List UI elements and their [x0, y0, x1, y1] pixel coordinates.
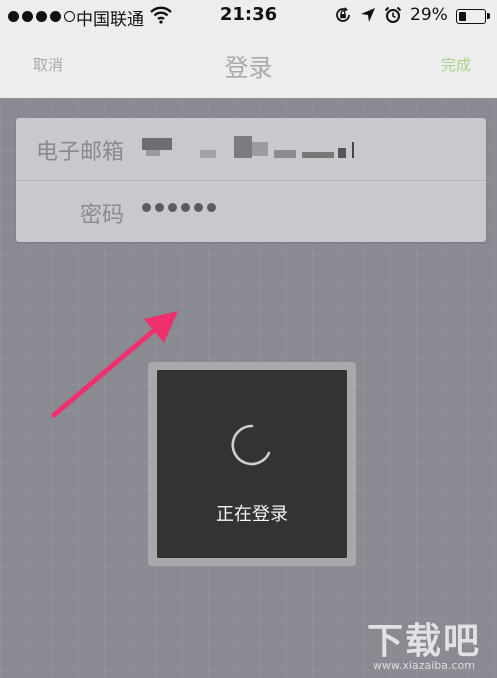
navigation-bar: 取消 登录 完成 [0, 34, 497, 98]
loading-text: 正在登录 [216, 504, 288, 525]
loading-hud: 正在登录 [157, 370, 347, 558]
page-title: 登录 [224, 54, 273, 82]
watermark-logo: 下载吧 www.xiazaiba.com [353, 612, 481, 672]
dimmed-content-area: 电子邮箱 密码 正在登录 下载吧 www.xiazaiba.com [0, 98, 497, 678]
battery-icon [456, 9, 490, 24]
done-button[interactable]: 完成 [441, 54, 471, 75]
alarm-icon [384, 6, 402, 29]
login-form: 电子邮箱 密码 [16, 118, 486, 242]
email-row[interactable]: 电子邮箱 [16, 118, 486, 180]
email-label: 电子邮箱 [35, 140, 124, 165]
rotation-lock-icon [334, 6, 352, 29]
password-row[interactable]: 密码 [16, 180, 486, 243]
status-bar: 中国联通 21:36 29% [0, 0, 497, 34]
password-label: 密码 [79, 203, 124, 228]
location-arrow-icon [360, 7, 376, 28]
battery-percentage: 29% [410, 5, 448, 25]
watermark-url: www.xiazaiba.com [372, 659, 475, 672]
watermark-text: 下载吧 [366, 621, 481, 662]
email-field-redacted[interactable] [142, 136, 362, 164]
password-field[interactable] [142, 203, 216, 212]
spinner-icon [231, 424, 271, 466]
